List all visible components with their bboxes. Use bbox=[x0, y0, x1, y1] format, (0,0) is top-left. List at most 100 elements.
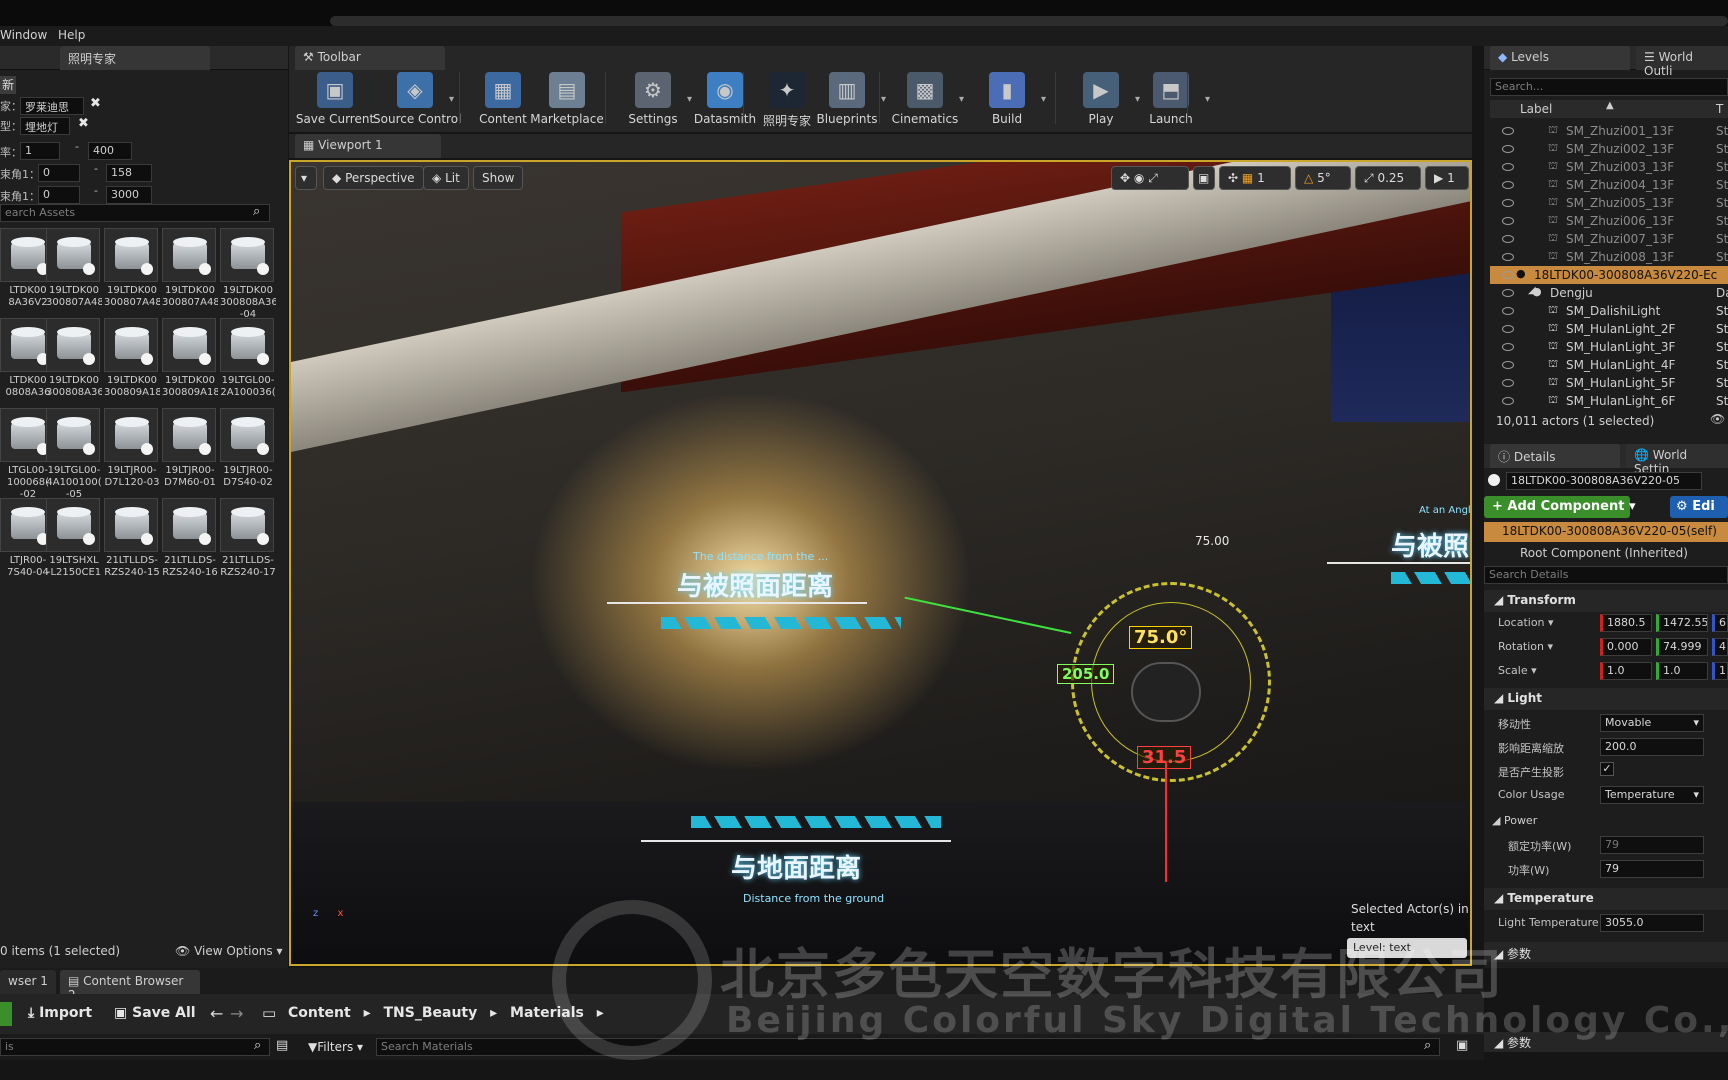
filters-button[interactable]: ▼Filters ▾ bbox=[308, 1040, 363, 1054]
camera-speed-button[interactable]: ▶ 1 bbox=[1425, 166, 1469, 190]
visibility-eye-icon[interactable] bbox=[1502, 181, 1514, 189]
transform-tools[interactable]: ✥ ◉ ⤢ bbox=[1111, 166, 1189, 190]
asset-tile[interactable]: 19LTJR00- D7L120-03 bbox=[104, 408, 160, 500]
asset-tile[interactable]: 21LTLLDS- RZS240-17 bbox=[220, 498, 276, 590]
outliner-row[interactable]: ⛫ SM_Zhuzi002_13F St bbox=[1490, 140, 1728, 158]
toolbar-button-save-current[interactable]: ▣ Save Current bbox=[293, 70, 377, 128]
toolbar-dropdown-icon[interactable]: ▾ bbox=[1041, 94, 1046, 105]
scale-snap-toggle[interactable]: ⤢ 0.25 bbox=[1355, 166, 1421, 190]
type-select[interactable]: 埋地灯 bbox=[20, 117, 70, 135]
lit-button[interactable]: ◈ Lit bbox=[423, 166, 469, 190]
world-local-toggle[interactable]: ▣ bbox=[1193, 166, 1215, 190]
column-type[interactable]: T bbox=[1716, 102, 1723, 116]
outliner-row[interactable]: ● 18LTDK00-300808A36V220-Ec bbox=[1490, 266, 1728, 284]
rotation-y-input[interactable]: 74.999 bbox=[1656, 638, 1708, 656]
visibility-eye-icon[interactable] bbox=[1502, 127, 1514, 135]
component-root-row[interactable]: Root Component (Inherited) bbox=[1484, 544, 1728, 564]
location-y-input[interactable]: 1472.55 bbox=[1656, 614, 1708, 632]
asset-tile[interactable]: 21LTLLDS- RZS240-15 bbox=[104, 498, 160, 590]
visibility-eye-icon[interactable] bbox=[1502, 361, 1514, 369]
tab-viewport-1[interactable]: ▦ Viewport 1 bbox=[295, 134, 441, 158]
breadcrumb-content[interactable]: Content bbox=[288, 1005, 351, 1021]
outliner-row[interactable]: ⛫ SM_Zhuzi007_13F St bbox=[1490, 230, 1728, 248]
power-max-input[interactable]: 400 bbox=[88, 142, 132, 160]
outliner-row[interactable]: ◢●DengjuDa bbox=[1490, 284, 1728, 302]
tab-content-browser-1[interactable]: wser 1 bbox=[0, 970, 56, 994]
param-section-1[interactable]: ◢ 参数 bbox=[1484, 942, 1728, 962]
visibility-eye-icon[interactable] bbox=[1502, 235, 1514, 243]
tab-details[interactable]: ⓘ Details bbox=[1490, 444, 1620, 468]
folder-search-icon[interactable]: ⌕ bbox=[254, 1038, 261, 1053]
location-x-input[interactable]: 1880.5 bbox=[1600, 614, 1652, 632]
menu-help[interactable]: Help bbox=[58, 28, 85, 42]
scale-x-input[interactable]: 1.0 bbox=[1600, 662, 1652, 680]
toolbar-dropdown-icon[interactable]: ▾ bbox=[449, 94, 454, 105]
asset-tile[interactable]: 19LTGL00- 2A100036( bbox=[220, 318, 276, 410]
mobility-select[interactable]: Movable ▾ bbox=[1600, 714, 1704, 732]
light-section[interactable]: ◢ Light bbox=[1484, 688, 1728, 710]
rotation-label[interactable]: Rotation ▾ bbox=[1498, 640, 1553, 653]
tab-levels[interactable]: ◆ Levels bbox=[1490, 46, 1630, 70]
power-w-input[interactable]: 79 bbox=[1600, 860, 1704, 878]
folder-search-input[interactable]: is bbox=[0, 1038, 270, 1056]
asset-tile[interactable]: 19LTJR00- D7M60-01 bbox=[162, 408, 218, 500]
search-icon[interactable]: ⌕ bbox=[253, 204, 260, 219]
visibility-eye-icon[interactable] bbox=[1502, 271, 1514, 279]
fixture-model[interactable] bbox=[1131, 662, 1201, 722]
show-button[interactable]: Show bbox=[473, 166, 524, 190]
outliner-row[interactable]: ⛫ SM_Zhuzi008_13F St bbox=[1490, 248, 1728, 266]
toolbar-button-source-control[interactable]: ◈ Source Control bbox=[373, 70, 461, 128]
add-component-button[interactable]: + Add Component ▾ bbox=[1484, 496, 1635, 518]
visibility-eye-icon[interactable] bbox=[1502, 397, 1514, 405]
toolbar-dropdown-icon[interactable]: ▾ bbox=[1205, 94, 1210, 105]
clear-manufacturer-icon[interactable]: ✖ bbox=[90, 96, 101, 111]
view-options-button[interactable]: 👁 View Options ▾ bbox=[175, 944, 283, 958]
toolbar-button-blueprints[interactable]: ▥ Blueprints bbox=[805, 70, 889, 128]
breadcrumb-tns-beauty[interactable]: TNS_Beauty bbox=[384, 1005, 478, 1021]
outliner-row[interactable]: ⛫ SM_Zhuzi006_13F St bbox=[1490, 212, 1728, 230]
temp-max-input[interactable]: 3000 bbox=[106, 186, 152, 204]
scale-y-input[interactable]: 1.0 bbox=[1656, 662, 1708, 680]
visibility-eye-icon[interactable] bbox=[1502, 145, 1514, 153]
visibility-eye-icon[interactable] bbox=[1502, 253, 1514, 261]
tab-world-outliner[interactable]: ☰ World Outli bbox=[1636, 46, 1728, 78]
asset-tile[interactable]: 19LTDK00 300808A36 bbox=[46, 318, 102, 410]
asset-tile[interactable]: 19LTDK00 300807A48 bbox=[46, 228, 102, 320]
asset-tile[interactable]: 19LTDK00 300807A48 bbox=[104, 228, 160, 320]
toolbar-dropdown-icon[interactable]: ▾ bbox=[959, 94, 964, 105]
asset-tile[interactable]: 21LTLLDS- RZS240-16 bbox=[162, 498, 218, 590]
back-arrow-icon[interactable]: ← bbox=[210, 1004, 223, 1023]
view-eye-icon[interactable]: 👁 bbox=[1710, 412, 1725, 426]
actor-name-input[interactable]: 18LTDK00-300808A36V220-05 bbox=[1506, 472, 1702, 490]
beam-max-input[interactable]: 158 bbox=[106, 164, 152, 182]
temperature-section[interactable]: ◢ Temperature bbox=[1484, 888, 1728, 910]
asset-tile[interactable]: 19LTJR00- D7S40-02 bbox=[220, 408, 276, 500]
scale-label[interactable]: Scale ▾ bbox=[1498, 664, 1537, 677]
visibility-eye-icon[interactable] bbox=[1502, 199, 1514, 207]
angle-snap-toggle[interactable]: △ 5° bbox=[1295, 166, 1351, 190]
tab-world-settings[interactable]: 🌐 World Settin bbox=[1626, 444, 1728, 476]
cast-shadows-checkbox[interactable]: ✓ bbox=[1600, 762, 1614, 776]
rotation-x-input[interactable]: 0.000 bbox=[1600, 638, 1652, 656]
outliner-row[interactable]: ⛫ SM_Zhuzi005_13F St bbox=[1490, 194, 1728, 212]
asset-tile[interactable]: 19LTGL00- 4A100100(-05 bbox=[46, 408, 102, 500]
outliner-row[interactable]: ⛫ SM_Zhuzi004_13F St bbox=[1490, 176, 1728, 194]
color-usage-select[interactable]: Temperature ▾ bbox=[1600, 786, 1704, 804]
light-temperature-input[interactable]: 3055.0 bbox=[1600, 914, 1704, 932]
outliner-row[interactable]: ⛫ SM_HulanLight_2F St bbox=[1490, 320, 1728, 338]
visibility-eye-icon[interactable] bbox=[1502, 325, 1514, 333]
viewport-3d[interactable]: ▾ ◆ Perspective ◈ Lit Show ✥ ◉ ⤢ ▣ ✣ ▦ 1… bbox=[289, 160, 1472, 966]
tab-toolbar[interactable]: ⚒ Toolbar bbox=[295, 46, 445, 70]
visibility-eye-icon[interactable] bbox=[1502, 289, 1514, 297]
sources-toggle-icon[interactable]: ▤ bbox=[276, 1038, 288, 1053]
asset-tile[interactable]: 19LTDK00 300807A48 bbox=[162, 228, 218, 320]
save-all-button[interactable]: ▣ Save All bbox=[114, 1005, 196, 1021]
outliner-row[interactable]: ⛫ SM_HulanLight_3F St bbox=[1490, 338, 1728, 356]
beam-min-input[interactable]: 0 bbox=[38, 164, 80, 182]
details-search-input[interactable]: Search Details bbox=[1484, 566, 1728, 584]
transform-section[interactable]: ◢ Transform bbox=[1484, 590, 1728, 612]
temp-min-input[interactable]: 0 bbox=[38, 186, 80, 204]
visibility-eye-icon[interactable] bbox=[1502, 163, 1514, 171]
asset-tile[interactable]: 19LTSHXL -L2150CE1 bbox=[46, 498, 102, 590]
outliner-row[interactable]: ⛫ SM_HulanLight_4F St bbox=[1490, 356, 1728, 374]
